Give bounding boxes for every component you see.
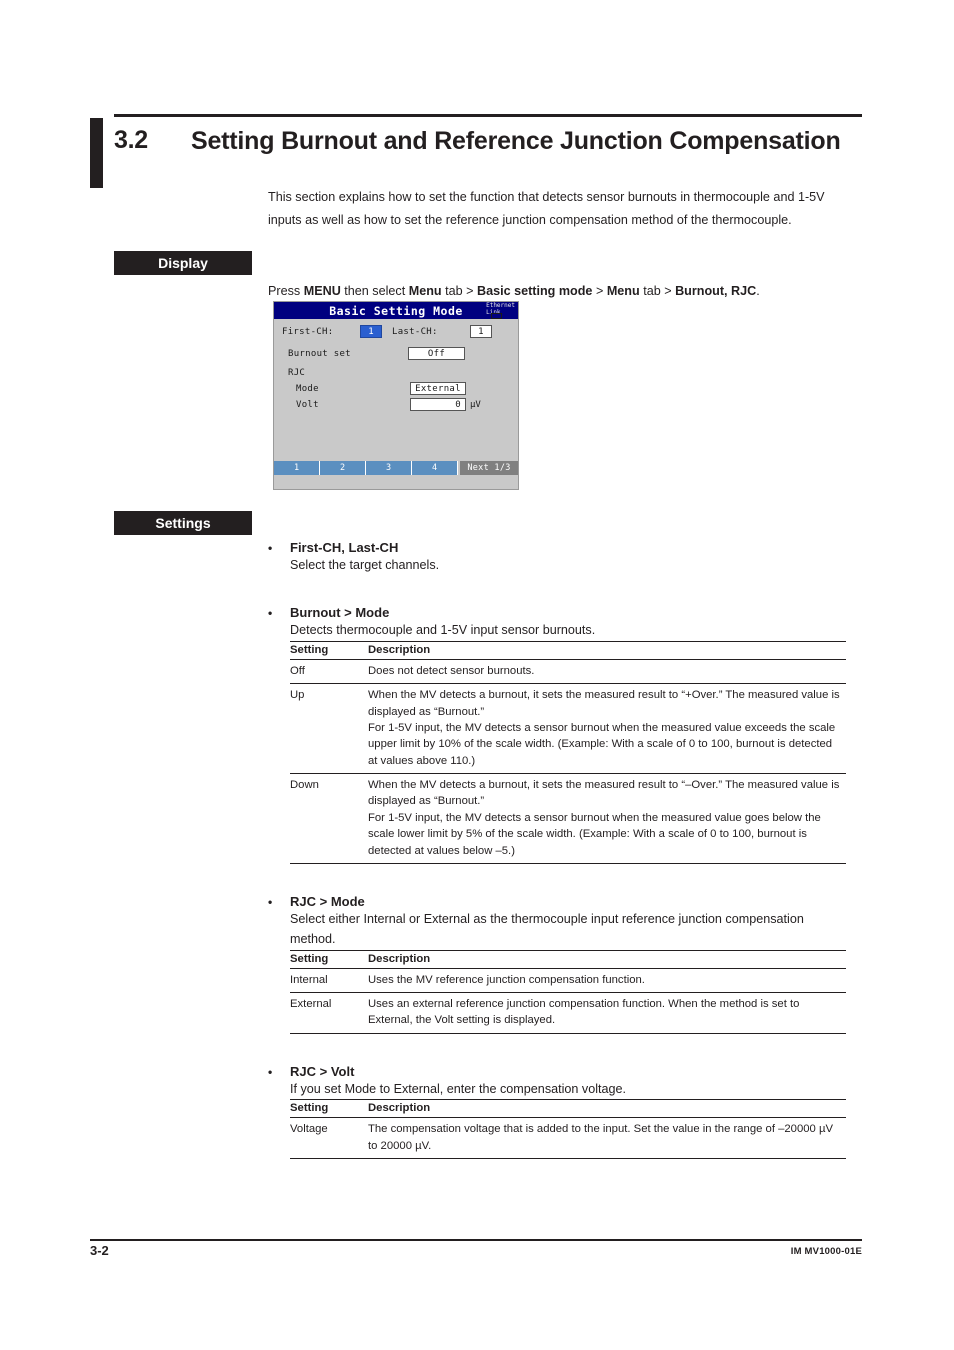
device-mode-label: Mode [296, 384, 319, 394]
device-first-ch-value[interactable]: 1 [360, 325, 382, 338]
cell-setting: Internal [290, 968, 368, 994]
bullet-icon: • [268, 1064, 273, 1079]
setting-description: Detects thermocouple and 1-5V input sens… [290, 623, 596, 638]
section-intro: This section explains how to set the fun… [268, 190, 825, 227]
document-id: IM MV1000-01E [790, 1246, 862, 1257]
menu-path-instruction: Press MENU then select Menu tab > Basic … [268, 282, 858, 301]
cell-description: When the MV detects a burnout, it sets t… [368, 773, 846, 864]
device-last-ch-value[interactable]: 1 [470, 325, 492, 338]
heading-accent-bar [90, 118, 103, 188]
setting-heading-row: • RJC > Mode [268, 894, 846, 909]
table-header-row: Setting Description [290, 949, 846, 969]
instr-b1: MENU [303, 284, 341, 298]
device-tab-3[interactable]: 3 [366, 461, 412, 475]
settings-section-chip: Settings [114, 511, 252, 535]
table-row: Off Does not detect sensor burnouts. [290, 659, 846, 685]
table-header-row: Setting Description [290, 640, 846, 660]
col-header-setting: Setting [290, 949, 368, 969]
cell-description: Uses the MV reference junction compensat… [368, 968, 846, 994]
instr-p4: > [592, 284, 607, 298]
instr-p6: . [756, 284, 760, 298]
device-tab-1[interactable]: 1 [274, 461, 320, 475]
setting-section-rjc-volt: • RJC > Volt If you set Mode to External… [268, 1064, 846, 1159]
col-header-description: Description [368, 640, 846, 660]
cell-setting: External [290, 992, 368, 1034]
table-row: Up When the MV detects a burnout, it set… [290, 683, 846, 775]
device-title-text: Basic Setting Mode [329, 303, 463, 318]
device-next-button[interactable]: Next 1/3 [460, 461, 518, 475]
page-title: Setting Burnout and Reference Junction C… [191, 127, 841, 155]
cell-setting: Down [290, 773, 368, 864]
section-number: 3.2 [114, 126, 148, 154]
rjc-mode-table: Setting Description Internal Uses the MV… [290, 949, 846, 1034]
setting-description: Select the target channels. [290, 558, 440, 572]
device-screen-body: First-CH: 1 Last-CH: 1 Burnout set Off R… [274, 319, 518, 475]
document-page: 3.2 Setting Burnout and Reference Juncti… [0, 0, 954, 1350]
table-row: Internal Uses the MV reference junction … [290, 968, 846, 994]
setting-heading: RJC > Volt [290, 1063, 355, 1079]
rjc-volt-table: Setting Description Voltage The compensa… [290, 1099, 846, 1159]
col-header-description: Description [368, 1099, 846, 1119]
burnout-mode-table: Setting Description Off Does not detect … [290, 640, 846, 864]
table-header-row: Setting Description [290, 1099, 846, 1119]
instr-p5: tab > [639, 284, 676, 298]
cell-description: Does not detect sensor burnouts. [368, 659, 846, 685]
cell-setting: Off [290, 659, 368, 685]
instr-b2: Menu [408, 284, 442, 298]
setting-heading-row: • First-CH, Last-CH [268, 540, 846, 555]
table-row: External Uses an external reference junc… [290, 992, 846, 1034]
display-section-chip: Display [114, 251, 252, 275]
heading-rule [114, 114, 862, 117]
instr-b4: Menu [606, 284, 640, 298]
setting-heading: First-CH, Last-CH [290, 540, 399, 555]
table-row: Down When the MV detects a burnout, it s… [290, 773, 846, 864]
device-first-ch-label: First-CH: [282, 327, 334, 337]
instr-p1: Press [268, 284, 304, 298]
setting-heading: Burnout > Mode [290, 605, 390, 621]
device-burnout-label: Burnout set [288, 349, 351, 359]
cell-setting: Voltage [290, 1117, 368, 1159]
device-volt-unit: µV [470, 400, 481, 410]
instr-p3: tab > [441, 284, 477, 298]
instr-b5: Burnout, RJC [675, 284, 757, 298]
instr-p2: then select [340, 284, 409, 298]
cell-description: Uses an external reference junction comp… [368, 992, 846, 1034]
settings-list: • First-CH, Last-CH Select the target ch… [268, 540, 846, 1159]
device-burnout-value[interactable]: Off [408, 347, 465, 360]
device-rjc-group-label: RJC [288, 368, 306, 378]
col-header-description: Description [368, 949, 846, 969]
device-volt-value[interactable]: 0 [410, 398, 466, 411]
cell-description: When the MV detects a burnout, it sets t… [368, 683, 846, 775]
cell-description: The compensation voltage that is added t… [368, 1117, 846, 1159]
col-header-setting: Setting [290, 640, 368, 660]
setting-heading: RJC > Mode [290, 893, 365, 909]
page-number: 3-2 [90, 1243, 109, 1258]
device-mode-value[interactable]: External [410, 382, 466, 395]
bullet-icon: • [268, 894, 273, 909]
footer-rule [90, 1239, 862, 1241]
col-header-setting: Setting [290, 1099, 368, 1119]
instr-b3: Basic setting mode [476, 284, 593, 298]
setting-section-burnout-mode: • Burnout > Mode Detects thermocouple an… [268, 605, 846, 864]
bullet-icon: • [268, 541, 273, 555]
setting-heading-row: • Burnout > Mode [268, 605, 846, 620]
device-tab-4[interactable]: 4 [412, 461, 458, 475]
cell-setting: Up [290, 683, 368, 775]
setting-description: If you set Mode to External, enter the c… [290, 1081, 627, 1096]
device-titlebar: Basic Setting Mode Ethernet Link [274, 302, 518, 319]
setting-description: Select either Internal or External as th… [290, 911, 804, 947]
setting-heading-row: • RJC > Volt [268, 1064, 846, 1079]
setting-section-first-last-ch: • First-CH, Last-CH Select the target ch… [268, 540, 846, 575]
device-last-ch-label: Last-CH: [392, 327, 438, 337]
device-tab-2[interactable]: 2 [320, 461, 366, 475]
bullet-icon: • [268, 606, 273, 621]
device-volt-label: Volt [296, 400, 319, 410]
table-row: Voltage The compensation voltage that is… [290, 1117, 846, 1159]
device-screen-image: Basic Setting Mode Ethernet Link First-C… [273, 301, 519, 490]
setting-section-rjc-mode: • RJC > Mode Select either Internal or E… [268, 894, 846, 1034]
